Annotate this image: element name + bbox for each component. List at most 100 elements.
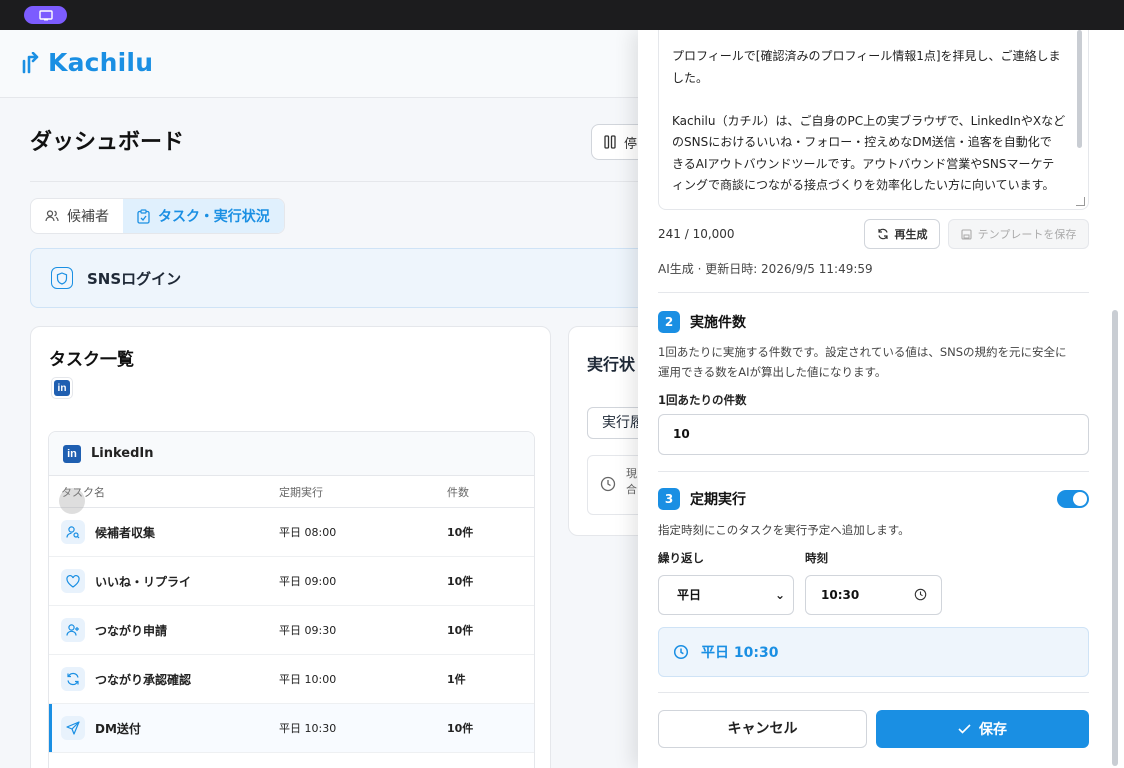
divider bbox=[658, 292, 1089, 293]
save-template-button[interactable]: テンプレートを保存 bbox=[948, 219, 1089, 249]
heart-icon bbox=[61, 569, 85, 593]
task-name-cell: つながり申請 bbox=[49, 618, 279, 642]
app-window: Kachilu ダッシュボード 停 候補者 タスク・実行状況 SNSログイン タ… bbox=[0, 30, 1124, 768]
clock-icon bbox=[673, 644, 689, 660]
task-count: 10件 bbox=[447, 624, 474, 637]
chevron-down-icon: ⌄ bbox=[774, 588, 785, 602]
task-name-cell: 候補者収集 bbox=[49, 520, 279, 544]
divider bbox=[30, 181, 650, 182]
task-name-cell: DM送付 bbox=[49, 716, 279, 740]
schedule-toggle[interactable] bbox=[1057, 490, 1089, 508]
task-name: いいね・リプライ bbox=[95, 574, 192, 589]
linkedin-task-table: in LinkedIn タスク名 定期実行 件数 候補者収集 平日 08:00 10… bbox=[48, 431, 535, 768]
save-icon bbox=[961, 228, 972, 240]
desc-line: 1回あたりに実施する件数です。設定されている値は、SNSの規約を元に安全に bbox=[658, 345, 1067, 359]
repeat-label: 繰り返し bbox=[658, 551, 704, 565]
kachilu-logo-icon bbox=[22, 51, 39, 73]
table-row[interactable]: いいね・リプライ 平日 09:00 10件 bbox=[49, 557, 534, 606]
users-icon bbox=[45, 210, 59, 222]
execution-status-title: 実行状 bbox=[587, 355, 636, 374]
task-name-cell: つながり承認確認 bbox=[49, 667, 279, 691]
desc-line: 運用できる数をAIが算出した値になります。 bbox=[658, 365, 887, 379]
mouse-cursor bbox=[59, 488, 85, 514]
column-schedule: 定期実行 bbox=[279, 485, 323, 499]
pause-icon bbox=[604, 135, 616, 149]
tab-tasks[interactable]: タスク・実行状況 bbox=[123, 199, 284, 233]
screen-share-indicator[interactable] bbox=[24, 6, 67, 24]
task-count: 10件 bbox=[447, 575, 474, 588]
refresh-icon bbox=[877, 228, 888, 240]
clock-icon bbox=[600, 476, 616, 492]
task-schedule: 平日 09:00 bbox=[279, 575, 337, 588]
shield-icon bbox=[51, 267, 73, 289]
per-run-count-input[interactable]: 10 bbox=[658, 414, 1089, 455]
tab-bar: 候補者 タスク・実行状況 bbox=[30, 198, 285, 234]
message-line: のSNSにおけるいいね・フォロー・控えめなDM送信・追客を自動化で bbox=[672, 135, 1052, 149]
task-settings-drawer: プロフィールで[確認済みのプロフィール情報1点]を拝見し、ご連絡しま した。 Kac… bbox=[638, 30, 1124, 768]
table-header: in LinkedIn bbox=[49, 432, 534, 476]
task-schedule: 平日 10:30 bbox=[279, 722, 337, 735]
refresh-icon bbox=[61, 667, 85, 691]
save-template-label: テンプレートを保存 bbox=[977, 228, 1077, 241]
per-run-count-label: 1回あたりの件数 bbox=[658, 393, 747, 407]
repeat-select[interactable]: 平日 ⌄ bbox=[658, 575, 794, 615]
window-titlebar bbox=[0, 0, 1124, 30]
check-icon bbox=[958, 724, 971, 734]
sns-login-bar[interactable]: SNSログイン bbox=[30, 248, 650, 308]
table-row[interactable]: つながり申請 平日 09:30 10件 bbox=[49, 606, 534, 655]
table-row[interactable]: つながり承認確認 平日 10:00 1件 bbox=[49, 655, 534, 704]
tab-tasks-label: タスク・実行状況 bbox=[158, 209, 270, 225]
send-icon bbox=[61, 716, 85, 740]
user-search-icon bbox=[61, 520, 85, 544]
task-list-panel: タスク一覧 in in LinkedIn タスク名 定期実行 件数 候補者収集平… bbox=[30, 326, 551, 768]
message-line bbox=[672, 89, 1076, 111]
sns-login-label: SNSログイン bbox=[87, 269, 182, 288]
linkedin-filter-chip[interactable]: in bbox=[51, 377, 73, 399]
resize-handle-icon[interactable] bbox=[1076, 197, 1085, 206]
clock-icon[interactable] bbox=[914, 588, 927, 601]
task-name: 候補者収集 bbox=[95, 525, 156, 540]
section-schedule-header: 3 定期実行 bbox=[658, 488, 746, 510]
clipboard-check-icon bbox=[137, 208, 150, 224]
section-schedule-title: 定期実行 bbox=[690, 492, 746, 508]
message-line: プロフィールで[確認済みのプロフィール情報1点]を拝見し、ご連絡しま bbox=[672, 49, 1061, 63]
message-textarea[interactable]: プロフィールで[確認済みのプロフィール情報1点]を拝見し、ご連絡しま した。 Kac… bbox=[658, 30, 1089, 210]
drawer-scrollbar[interactable] bbox=[1112, 310, 1118, 766]
task-name: つながり申請 bbox=[95, 623, 168, 638]
task-name-cell: いいね・リプライ bbox=[49, 569, 279, 593]
task-count: 10件 bbox=[447, 722, 474, 735]
regenerate-button[interactable]: 再生成 bbox=[864, 219, 940, 249]
message-line: した。 bbox=[672, 70, 709, 85]
message-line: ィングで商談につながる接点づくりを効率化したい方に向いています。 bbox=[672, 178, 1055, 192]
section-count-title: 実施件数 bbox=[690, 315, 746, 331]
task-schedule: 平日 10:00 bbox=[279, 673, 337, 686]
column-headers: タスク名 定期実行 件数 bbox=[49, 476, 534, 508]
tab-candidates-label: 候補者 bbox=[67, 209, 109, 225]
table-row[interactable]: DM送付 平日 10:30 10件 bbox=[49, 704, 534, 753]
task-schedule: 平日 08:00 bbox=[279, 526, 337, 539]
step-badge: 2 bbox=[658, 311, 680, 333]
tab-candidates[interactable]: 候補者 bbox=[31, 199, 123, 233]
linkedin-icon: in bbox=[54, 380, 70, 396]
regenerate-label: 再生成 bbox=[894, 228, 928, 241]
table-row[interactable]: 候補者収集 平日 08:00 10件 bbox=[49, 508, 534, 557]
time-input[interactable]: 10:30 bbox=[805, 575, 942, 615]
textarea-scrollbar[interactable] bbox=[1077, 30, 1082, 148]
schedule-summary: 平日 10:30 bbox=[658, 627, 1089, 677]
section-schedule-desc: 指定時刻にこのタスクを実行予定へ追加します。 bbox=[658, 523, 910, 537]
generation-meta: AI生成 · 更新日時: 2026/9/5 11:49:59 bbox=[658, 262, 873, 276]
task-schedule: 平日 09:30 bbox=[279, 624, 337, 637]
save-label: 保存 bbox=[979, 722, 1007, 738]
page-title: ダッシュボード bbox=[30, 130, 185, 155]
platform-name: LinkedIn bbox=[91, 446, 154, 461]
task-name: つながり承認確認 bbox=[95, 672, 192, 687]
cancel-button[interactable]: キャンセル bbox=[658, 710, 867, 748]
pause-button-label: 停 bbox=[624, 136, 638, 152]
task-list-title: タスク一覧 bbox=[49, 350, 134, 370]
char-count: 241 / 10,000 bbox=[658, 227, 735, 241]
linkedin-icon: in bbox=[63, 444, 81, 463]
app-logo[interactable]: Kachilu bbox=[20, 48, 153, 77]
execution-status-panel: 実行状 実行履 現 合 bbox=[568, 326, 648, 536]
app-name: Kachilu bbox=[48, 48, 154, 77]
save-button[interactable]: 保存 bbox=[876, 710, 1089, 748]
